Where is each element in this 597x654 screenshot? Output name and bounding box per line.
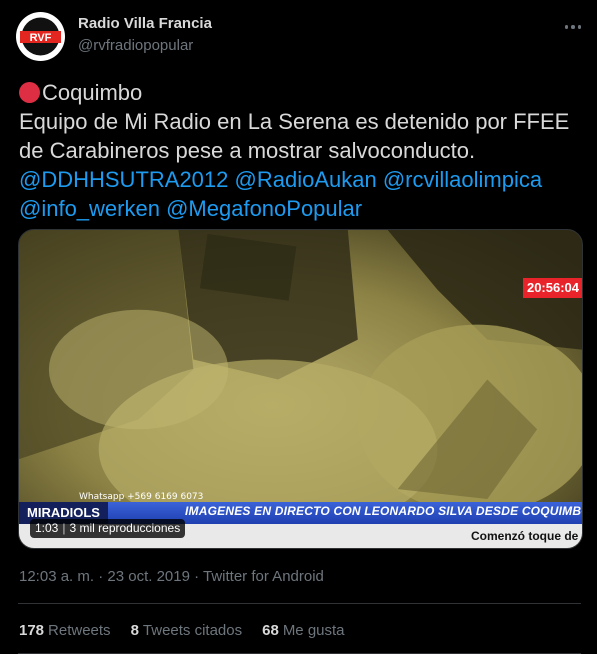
rvf-logo: RVF [16,12,65,61]
separator: | [62,521,66,535]
ticker-text: IMAGENES EN DIRECTO CON LEONARDO SILVA D… [185,504,583,518]
mention-link[interactable]: @MegafonoPopular [166,196,362,221]
quotes-label: Tweets citados [142,622,243,639]
video-clock: 20:56:04 [523,278,582,298]
quotes-stat[interactable]: 8 Tweets citados [131,622,243,639]
tweet-mentions-line-1: @DDHHSUTRA2012 @RadioAukan @rcvillaolimp… [19,165,584,194]
view-count: 3 mil reproducciones [69,521,181,535]
video-duration-badge: 1:03 | 3 mil reproducciones [30,519,186,538]
tweet-mentions-line-2: @info_werken @MegafonoPopular [19,194,584,223]
author-name[interactable]: Radio Villa Francia [78,15,212,32]
sub-ticker-text: Comenzó toque de [471,529,579,543]
author-handle[interactable]: @rvfradiopopular [78,37,193,54]
likes-count: 68 [262,622,279,639]
red-circle-icon [19,82,40,103]
tweet-stats: 178 Retweets 8 Tweets citados 68 Me gusta [19,622,345,639]
more-icon[interactable] [559,16,587,38]
tweet: RVF Radio Villa Francia @rvfradiopopular… [0,0,597,654]
video-player[interactable]: 20:56:04 Whatsapp +569 6169 6073 MIRADIO… [18,229,583,549]
retweets-stat[interactable]: 178 Retweets [19,622,111,639]
likes-stat[interactable]: 68 Me gusta [262,622,344,639]
tweet-line-2: Equipo de Mi Radio en La Serena es deten… [19,109,570,134]
mention-link[interactable]: @rcvillaolimpica [383,167,542,192]
retweets-label: Retweets [48,622,111,639]
mention-link[interactable]: @info_werken [19,196,160,221]
avatar[interactable]: RVF [16,12,65,61]
whatsapp-number: Whatsapp +569 6169 6073 [79,492,204,502]
divider [18,603,581,604]
likes-label: Me gusta [282,622,345,639]
svg-text:RVF: RVF [30,32,52,44]
quotes-count: 8 [130,622,139,639]
mention-link[interactable]: @DDHHSUTRA2012 [19,167,228,192]
video-duration: 1:03 [35,521,59,535]
tweet-line-3: de Carabineros pese a mostrar salvocondu… [19,138,476,163]
tweet-timestamp[interactable]: 12:03 a. m. · 23 oct. 2019 · Twitter for… [19,568,324,585]
tweet-text: Coquimbo Equipo de Mi Radio en La Serena… [19,78,584,223]
tweet-line-1: Coquimbo [19,78,584,107]
retweets-count: 178 [19,622,45,639]
mention-link[interactable]: @RadioAukan [235,167,377,192]
